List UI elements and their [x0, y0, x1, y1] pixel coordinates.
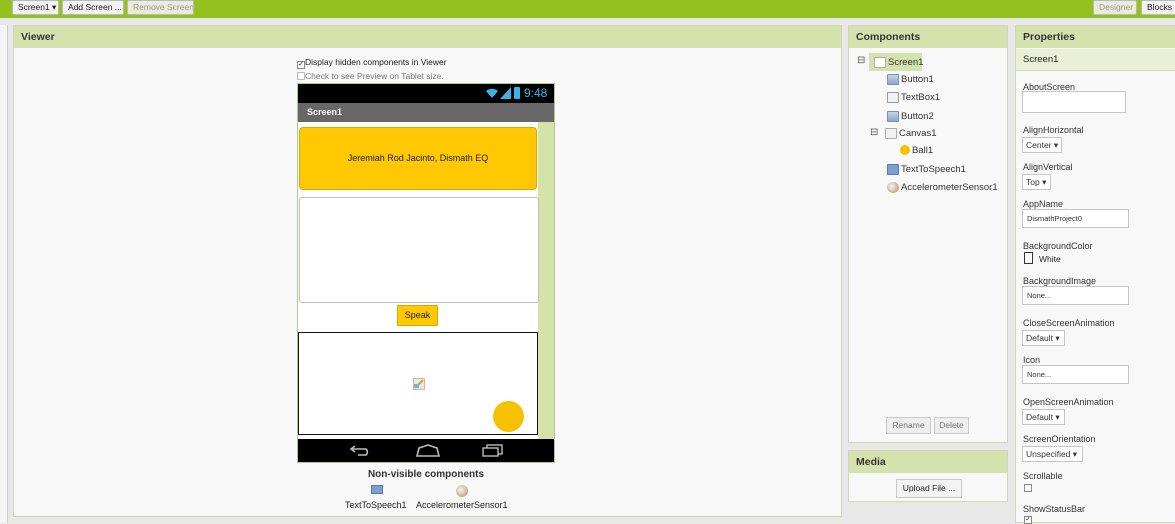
canvas-icon	[885, 128, 897, 139]
accelerometer-icon	[456, 485, 468, 497]
tree-item-screen1[interactable]: Screen1	[874, 57, 923, 68]
icon-input[interactable]: None...	[1022, 365, 1129, 384]
dropdown-arrow-icon: ▾	[1055, 412, 1060, 422]
dropdown-arrow-icon: ▾	[1055, 333, 1060, 343]
media-title: Media	[849, 451, 1007, 473]
open-animation-label: OpenScreenAnimation	[1023, 397, 1114, 407]
properties-component-name: Screen1	[1016, 49, 1175, 71]
canvas1[interactable]	[298, 332, 538, 435]
scrollable-label: Scrollable	[1023, 471, 1063, 481]
tree-item-ball1[interactable]: Ball1	[900, 145, 933, 156]
properties-title: Properties	[1016, 26, 1175, 48]
wifi-icon	[485, 87, 499, 102]
phone-screen-title: Screen1	[298, 103, 554, 122]
ball-icon	[900, 145, 910, 156]
app-name-label: AppName	[1023, 199, 1064, 209]
remove-screen-button[interactable]: Remove Screen	[127, 0, 194, 15]
tablet-preview-option[interactable]: Check to see Preview on Tablet size.	[297, 71, 444, 81]
button-icon	[887, 111, 899, 122]
tree-item-accelerometer1[interactable]: AccelerometerSensor1	[887, 182, 998, 193]
dropdown-arrow-icon: ▾	[1053, 140, 1059, 150]
upload-file-button[interactable]: Upload File ...	[896, 479, 962, 498]
button-icon	[887, 74, 899, 85]
collapse-canvas1-icon[interactable]: ⊟	[870, 127, 878, 138]
phone-preview: 9:48 Screen1 Jeremiah Rod Jacinto, Disma…	[297, 83, 555, 463]
designer-button[interactable]: Designer	[1093, 0, 1137, 15]
status-time: 9:48	[524, 86, 548, 100]
display-hidden-checkbox[interactable]: ✓	[297, 61, 305, 69]
phone-nav-bar	[298, 439, 554, 462]
add-screen-button[interactable]: Add Screen ...	[62, 0, 124, 15]
back-icon	[349, 444, 372, 459]
scrollable-checkbox[interactable]	[1024, 484, 1032, 492]
screen-orientation-label: ScreenOrientation	[1023, 434, 1096, 444]
tree-item-button2[interactable]: Button2	[887, 111, 934, 122]
color-swatch-icon[interactable]	[1024, 252, 1033, 264]
about-screen-input[interactable]	[1022, 91, 1126, 113]
textbox-icon	[887, 92, 899, 103]
align-horizontal-dropdown[interactable]: Center ▾	[1022, 137, 1062, 153]
blocks-button[interactable]: Blocks	[1141, 0, 1175, 15]
tree-item-button1[interactable]: Button1	[887, 74, 934, 85]
ball1[interactable]	[493, 401, 524, 432]
open-animation-dropdown[interactable]: Default ▾	[1022, 409, 1065, 425]
nonvisible-texttospeech[interactable]: TextToSpeech1	[345, 500, 407, 510]
display-hidden-option[interactable]: ✓Display hidden components in Viewer	[297, 57, 447, 69]
signal-icon	[500, 87, 511, 102]
align-vertical-dropdown[interactable]: Top ▾	[1022, 174, 1051, 190]
top-toolbar: Screen1 ▾ Add Screen ... Remove Screen D…	[0, 0, 1175, 18]
phone-status-bar: 9:48	[298, 84, 554, 103]
background-image-input[interactable]: None...	[1022, 286, 1129, 305]
screen-icon	[874, 57, 886, 68]
background-color-label: BackgroundColor	[1023, 241, 1093, 251]
collapse-screen1-icon[interactable]: ⊟	[857, 55, 865, 66]
close-animation-label: CloseScreenAnimation	[1023, 318, 1115, 328]
dropdown-arrow-icon: ▾	[1072, 449, 1078, 459]
tablet-preview-label: Check to see Preview on Tablet size.	[305, 71, 444, 81]
canvas-placeholder-icon	[413, 378, 425, 390]
phone-screen-content: Jeremiah Rod Jacinto, Dismath EQ Speak	[298, 122, 539, 440]
textbox1[interactable]	[299, 197, 539, 303]
speech-icon	[887, 164, 899, 175]
tree-item-canvas1[interactable]: Canvas1	[885, 128, 937, 139]
screen-select-dropdown[interactable]: Screen1 ▾	[12, 0, 59, 15]
home-icon	[415, 444, 441, 460]
tree-item-textbox1[interactable]: TextBox1	[887, 92, 940, 103]
viewer-title: Viewer	[14, 26, 841, 48]
align-horizontal-label: AlignHorizontal	[1023, 125, 1084, 135]
dropdown-arrow-icon: ▾	[52, 2, 57, 12]
background-color-value[interactable]: White	[1039, 254, 1061, 264]
background-image-label: BackgroundImage	[1023, 276, 1097, 286]
app-name-input[interactable]: DismathProject0	[1022, 209, 1129, 228]
components-panel: Components	[848, 25, 1008, 443]
align-vertical-label: AlignVertical	[1023, 162, 1073, 172]
nonvisible-title: Non-visible components	[367, 469, 485, 480]
delete-button[interactable]: Delete	[934, 417, 969, 434]
components-title: Components	[849, 26, 1007, 48]
rename-button[interactable]: Rename	[886, 417, 931, 434]
speech-icon	[371, 485, 383, 494]
nonvisible-accelerometer[interactable]: AccelerometerSensor1	[416, 500, 508, 510]
speak-button[interactable]: Speak	[397, 305, 438, 326]
show-status-bar-label: ShowStatusBar	[1023, 504, 1086, 514]
display-hidden-label: Display hidden components in Viewer	[305, 57, 447, 67]
battery-icon	[514, 87, 520, 99]
button1[interactable]: Jeremiah Rod Jacinto, Dismath EQ	[299, 127, 537, 190]
dropdown-arrow-icon: ▾	[1042, 177, 1047, 187]
accelerometer-icon	[887, 182, 899, 193]
tablet-preview-checkbox[interactable]	[297, 72, 305, 80]
screen-orientation-dropdown[interactable]: Unspecified ▾	[1022, 446, 1083, 462]
recent-apps-icon	[482, 444, 504, 460]
palette-collapsed-strip[interactable]	[0, 25, 8, 523]
icon-label: Icon	[1023, 355, 1041, 365]
close-animation-dropdown[interactable]: Default ▾	[1022, 330, 1065, 346]
tree-item-texttospeech1[interactable]: TextToSpeech1	[887, 164, 966, 175]
